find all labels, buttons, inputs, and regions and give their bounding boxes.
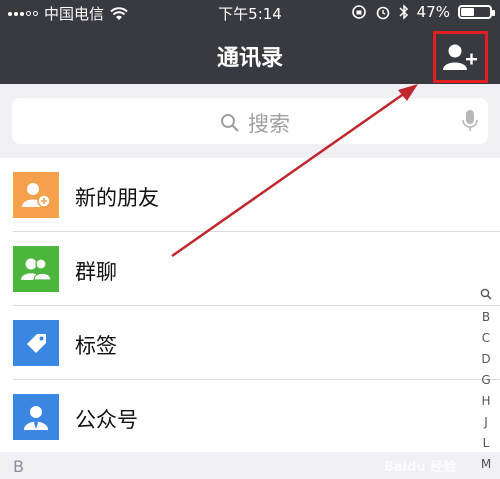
- watermark-logo: Baidu 经验: [384, 460, 457, 475]
- annotation-arrow: [171, 84, 418, 258]
